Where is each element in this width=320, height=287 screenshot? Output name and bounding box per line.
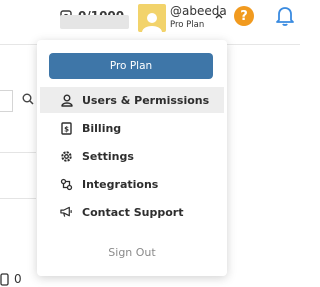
svg-text:$: $ xyxy=(64,125,69,133)
account-dropdown-menu: Pro Plan Users & Permissions $ Billing S… xyxy=(37,40,227,276)
background-search-input[interactable] xyxy=(0,90,13,112)
gear-icon xyxy=(60,150,73,163)
menu-item-label: Settings xyxy=(82,149,134,163)
help-icon: ? xyxy=(240,8,248,24)
menu-item-label: Billing xyxy=(82,121,122,135)
sign-out-link[interactable]: Sign Out xyxy=(37,246,227,259)
document-icon xyxy=(0,272,9,286)
billing-icon: $ xyxy=(60,121,73,135)
pro-plan-button[interactable]: Pro Plan xyxy=(49,53,213,79)
user-icon xyxy=(60,94,73,107)
divider xyxy=(0,152,36,153)
avatar-placeholder-icon xyxy=(142,13,162,32)
user-plan: Pro Plan xyxy=(170,20,205,30)
credits-progress-bar xyxy=(60,15,129,29)
avatar[interactable] xyxy=(138,4,166,32)
bell-icon[interactable] xyxy=(273,4,297,28)
menu-item-label: Users & Permissions xyxy=(82,93,210,107)
integrations-icon xyxy=(60,178,73,191)
chevron-up-icon[interactable] xyxy=(215,12,223,20)
menu-item-users-permissions[interactable]: Users & Permissions xyxy=(40,87,224,113)
menu-item-integrations[interactable]: Integrations xyxy=(40,171,224,197)
search-icon[interactable] xyxy=(22,93,34,105)
top-bar: 0/1000 @abeeda Pro Plan ? xyxy=(0,0,300,45)
megaphone-icon xyxy=(60,206,73,219)
menu-item-billing[interactable]: $ Billing xyxy=(40,115,224,141)
menu-item-contact-support[interactable]: Contact Support xyxy=(40,199,224,225)
menu-item-settings[interactable]: Settings xyxy=(40,143,224,169)
menu-item-label: Contact Support xyxy=(82,205,184,219)
divider xyxy=(0,198,36,199)
background-count: 0 xyxy=(0,272,22,286)
help-button[interactable]: ? xyxy=(234,6,254,26)
menu-item-label: Integrations xyxy=(82,177,159,191)
count-value: 0 xyxy=(14,272,22,286)
